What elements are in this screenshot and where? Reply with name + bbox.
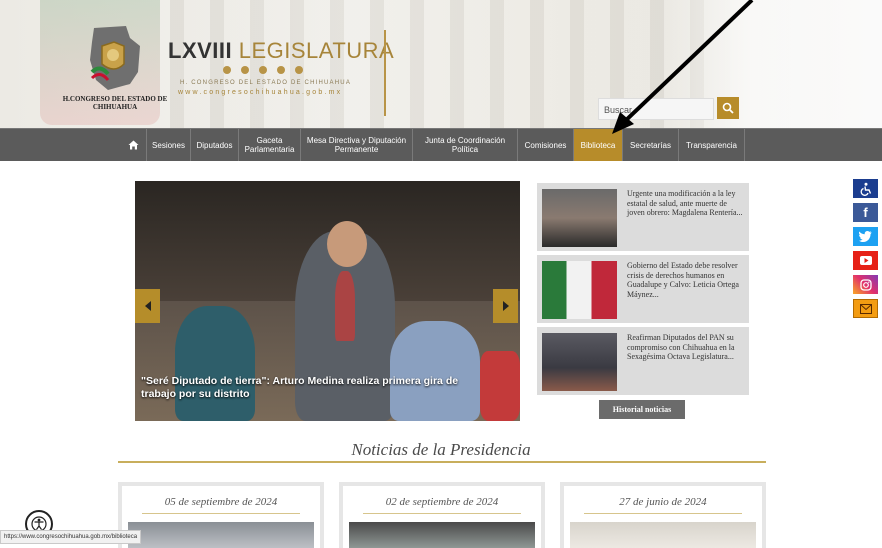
news-image[interactable] [128, 522, 314, 548]
slider-next-button[interactable] [493, 289, 518, 323]
news-item[interactable]: Urgente una modificación a la ley estata… [537, 183, 749, 251]
news-image[interactable] [349, 522, 535, 548]
news-title[interactable]: Reafirman Diputados del PAN su compromis… [627, 333, 745, 362]
presidencia-heading: Noticias de la Presidencia [351, 440, 531, 459]
slider-person-right [390, 321, 480, 421]
presidencia-news-card[interactable]: 02 de septiembre de 2024 [339, 482, 545, 548]
legislatura-word: LEGISLATURA [238, 38, 395, 63]
header-divider [384, 30, 386, 116]
nav-secretarias[interactable]: Secretarías [622, 129, 678, 161]
tiktok-icon[interactable] [259, 66, 267, 74]
presidencia-divider [118, 461, 766, 463]
slider-person-head [327, 221, 367, 267]
header-social-icons [223, 66, 303, 74]
history-news-button[interactable]: Historial noticias [599, 400, 685, 419]
nav-sesiones[interactable]: Sesiones [146, 129, 190, 161]
home-icon [128, 140, 139, 150]
nav-gaceta[interactable]: Gaceta Parlamentaria [238, 129, 300, 161]
news-date: 05 de septiembre de 2024 [164, 496, 278, 508]
twitter-button[interactable] [853, 227, 878, 246]
main-nav: Sesiones Diputados Gaceta Parlamentaria … [0, 128, 882, 161]
news-thumbnail [542, 333, 617, 391]
chevron-right-icon [502, 301, 509, 311]
search-input[interactable]: Buscar [598, 98, 714, 120]
news-title[interactable]: Urgente una modificación a la ley estata… [627, 189, 745, 218]
youtube-button[interactable] [853, 251, 878, 270]
news-date: 27 de junio de 2024 [619, 496, 707, 508]
instagram-icon [859, 278, 872, 291]
header-url: www.congresochihuahua.gob.mx [178, 89, 343, 96]
youtube-icon [859, 256, 872, 265]
news-thumbnail [542, 189, 617, 247]
news-date: 02 de septiembre de 2024 [385, 496, 499, 508]
facebook-icon[interactable] [223, 66, 231, 74]
header-subtitle: H. CONGRESO DEL ESTADO DE CHIHUAHUA [180, 80, 352, 86]
nav-comisiones[interactable]: Comisiones [517, 129, 573, 161]
presidencia-news-card[interactable]: 05 de septiembre de 2024 [118, 482, 324, 548]
facebook-icon: f [863, 205, 868, 220]
nav-mesa-directiva[interactable]: Mesa Directiva y Diputación Permanente [300, 129, 412, 161]
legislatura-title[interactable]: LXVIII LEGISLATURA [168, 38, 394, 64]
search-icon [722, 102, 734, 114]
slider-person-left [175, 306, 255, 421]
twitter-icon [859, 231, 872, 242]
news-item[interactable]: Reafirman Diputados del PAN su compromis… [537, 327, 749, 395]
congreso-name: H.CONGRESO DEL ESTADO DE CHIHUAHUA [62, 95, 168, 111]
nav-biblioteca[interactable]: Biblioteca [573, 129, 622, 161]
state-map-logo[interactable] [86, 24, 142, 92]
slider-flowers [480, 351, 520, 421]
news-item[interactable]: Gobierno del Estado debe resolver crisis… [537, 255, 749, 323]
facebook-button[interactable]: f [853, 203, 878, 222]
site-header: H.CONGRESO DEL ESTADO DE CHIHUAHUA LXVII… [0, 0, 882, 128]
legislatura-number: LXVIII [168, 38, 233, 63]
news-image[interactable] [570, 522, 756, 548]
nav-diputados[interactable]: Diputados [190, 129, 238, 161]
instagram-button[interactable] [853, 275, 878, 294]
youtube-icon[interactable] [295, 66, 303, 74]
chevron-left-icon [144, 301, 151, 311]
date-divider [142, 513, 300, 514]
slider-prev-button[interactable] [135, 289, 160, 323]
search-button[interactable] [717, 97, 739, 119]
wheelchair-icon [860, 182, 871, 196]
date-divider [363, 513, 521, 514]
nav-transparencia[interactable]: Transparencia [678, 129, 745, 161]
news-title[interactable]: Gobierno del Estado debe resolver crisis… [627, 261, 745, 299]
status-bar-url: https://www.congresochihuahua.gob.mx/bib… [0, 530, 142, 544]
slider-caption[interactable]: "Seré Diputado de tierra": Arturo Medina… [141, 375, 481, 401]
date-divider [584, 513, 742, 514]
instagram-icon[interactable] [241, 66, 249, 74]
nav-junta[interactable]: Junta de Coordinación Política [412, 129, 517, 161]
email-button[interactable] [853, 299, 878, 318]
news-slider[interactable]: "Seré Diputado de tierra": Arturo Medina… [135, 181, 520, 421]
mail-icon [859, 303, 872, 314]
news-thumbnail [542, 261, 617, 319]
twitter-icon[interactable] [277, 66, 285, 74]
slider-person-tie [335, 271, 355, 341]
home-button[interactable] [121, 129, 146, 161]
presidencia-news-card[interactable]: 27 de junio de 2024 [560, 482, 766, 548]
accessibility-button[interactable] [853, 179, 878, 198]
